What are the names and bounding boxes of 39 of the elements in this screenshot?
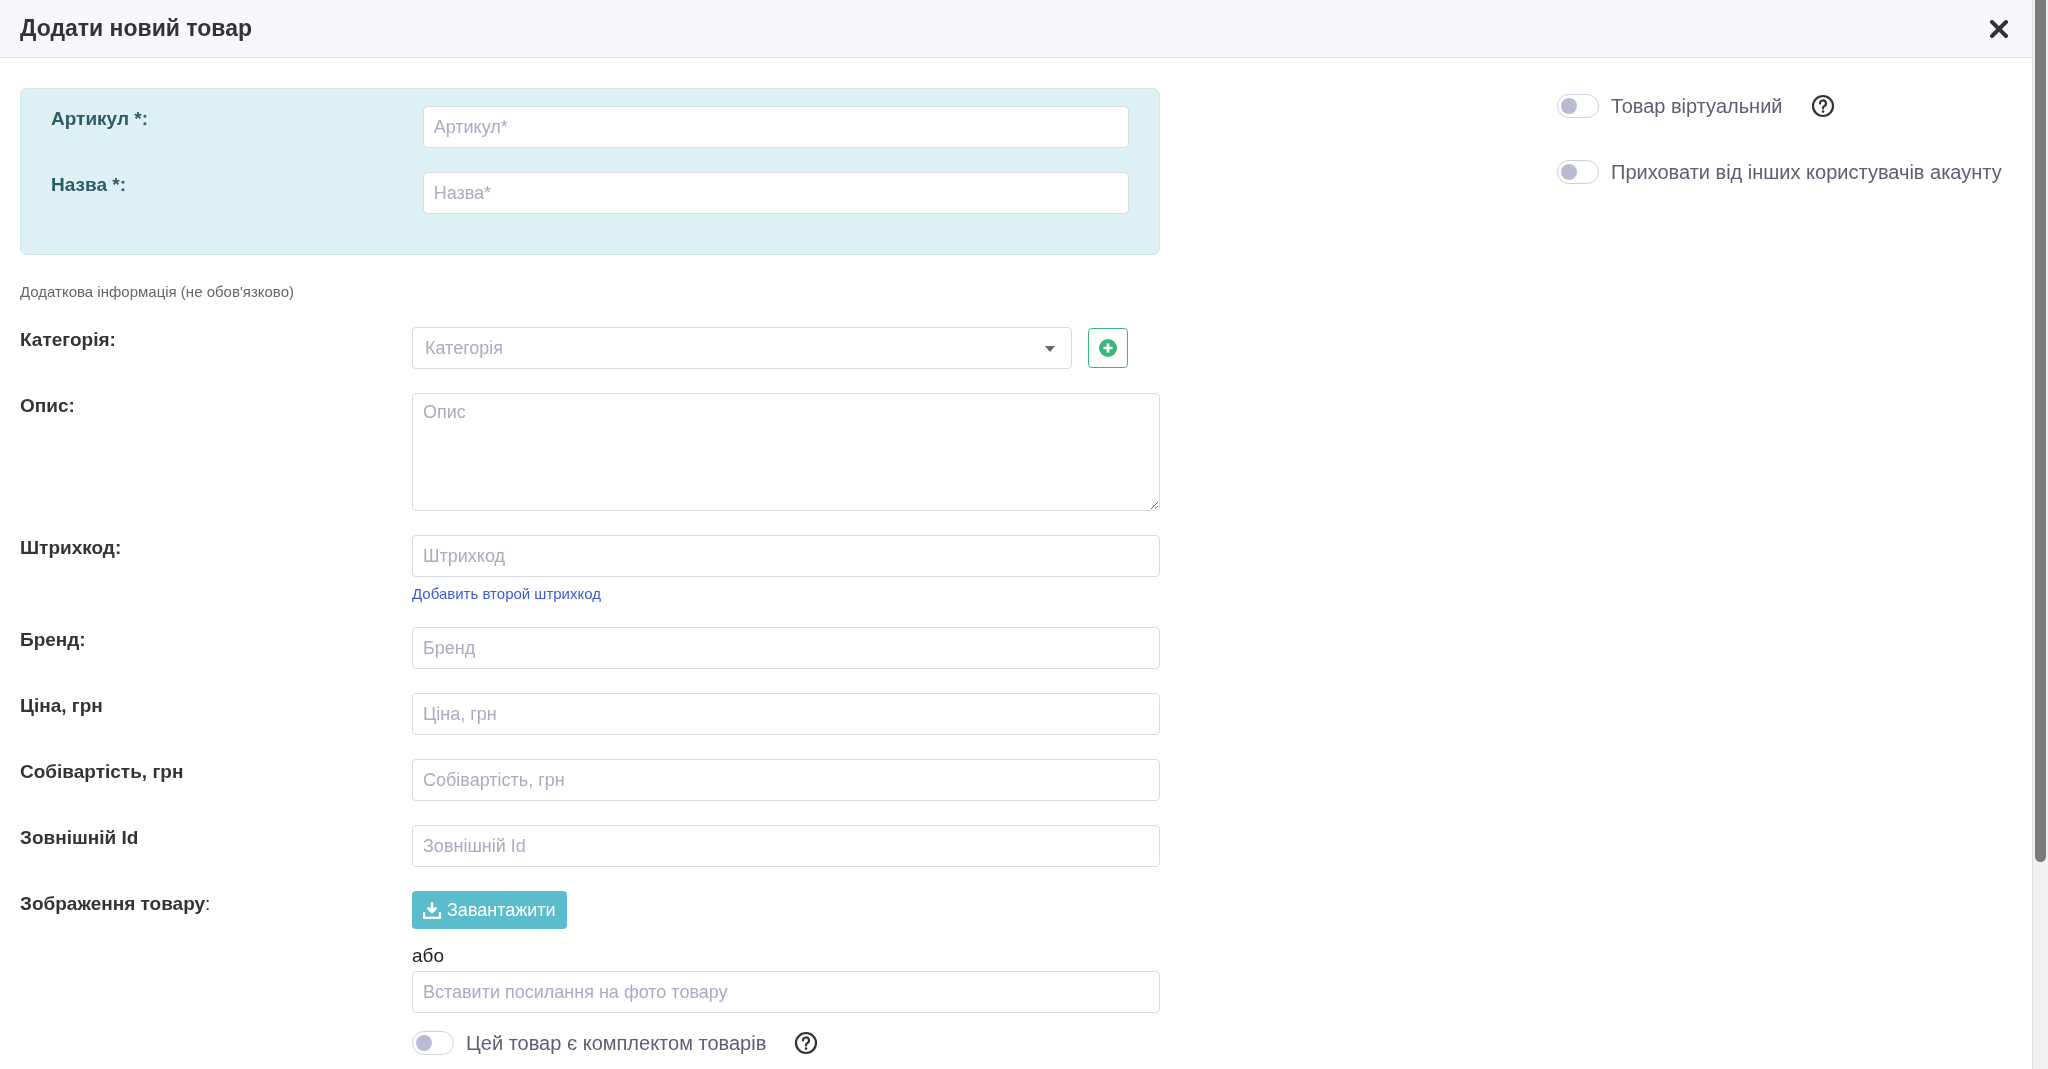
download-icon	[423, 901, 441, 919]
field-label: Опис:	[20, 394, 76, 417]
input-field[interactable]: Штрихкод	[412, 535, 1160, 577]
add-category-button[interactable]	[1088, 328, 1128, 368]
help-icon[interactable]	[794, 1031, 819, 1055]
help-icon[interactable]	[1810, 94, 1835, 118]
or-text: або	[412, 945, 446, 967]
toggle-label: Товар віртуальний	[1611, 94, 1783, 118]
input-field[interactable]: Ціна, грн	[412, 693, 1160, 735]
caret-icon	[1045, 346, 1055, 352]
toggle-switch[interactable]	[412, 1031, 454, 1055]
toggle-switch[interactable]	[1557, 160, 1599, 184]
field-label: Зображення товару:	[20, 892, 212, 915]
field-label: Бренд:	[20, 628, 87, 651]
add-barcode-link[interactable]: Добавить второй штрихкод	[412, 585, 601, 602]
upload-button[interactable]: Завантажити	[412, 891, 567, 929]
text-area[interactable]: Опис	[412, 393, 1160, 511]
section-caption: Додаткова інформація (не обов'язково)	[20, 283, 295, 300]
input-field[interactable]: Вставити посилання на фото товару	[412, 971, 1160, 1013]
field-label: Собівартість, грн	[20, 760, 185, 783]
input-field[interactable]: Артикул*	[422, 106, 1129, 148]
plus-circle-icon	[1099, 339, 1117, 357]
input-field[interactable]: Собівартість, грн	[412, 759, 1160, 801]
field-label: Штрихкод:	[20, 536, 123, 559]
field-label: Зовнішній Id	[20, 826, 140, 849]
scrollbar[interactable]	[2032, 0, 2048, 1069]
field-label: Ціна, грн	[20, 694, 104, 717]
dialog-title: Додати новий товар	[20, 15, 254, 42]
field-label: Артикул *:	[51, 107, 149, 130]
category-dropdown[interactable]: Категорія	[412, 327, 1072, 369]
input-field[interactable]: Зовнішній Id	[412, 825, 1160, 867]
toggle-label: Цей товар є комплектом товарів	[466, 1031, 767, 1055]
field-label: Назва *:	[51, 173, 127, 196]
input-field[interactable]: Назва*	[422, 172, 1129, 214]
field-label: Категорія:	[20, 328, 117, 351]
toggle-label: Приховати від інших користувачів акаунту	[1611, 160, 2002, 184]
input-field[interactable]: Бренд	[412, 627, 1160, 669]
toggle-switch[interactable]	[1557, 94, 1599, 118]
close-icon	[1990, 19, 2008, 38]
